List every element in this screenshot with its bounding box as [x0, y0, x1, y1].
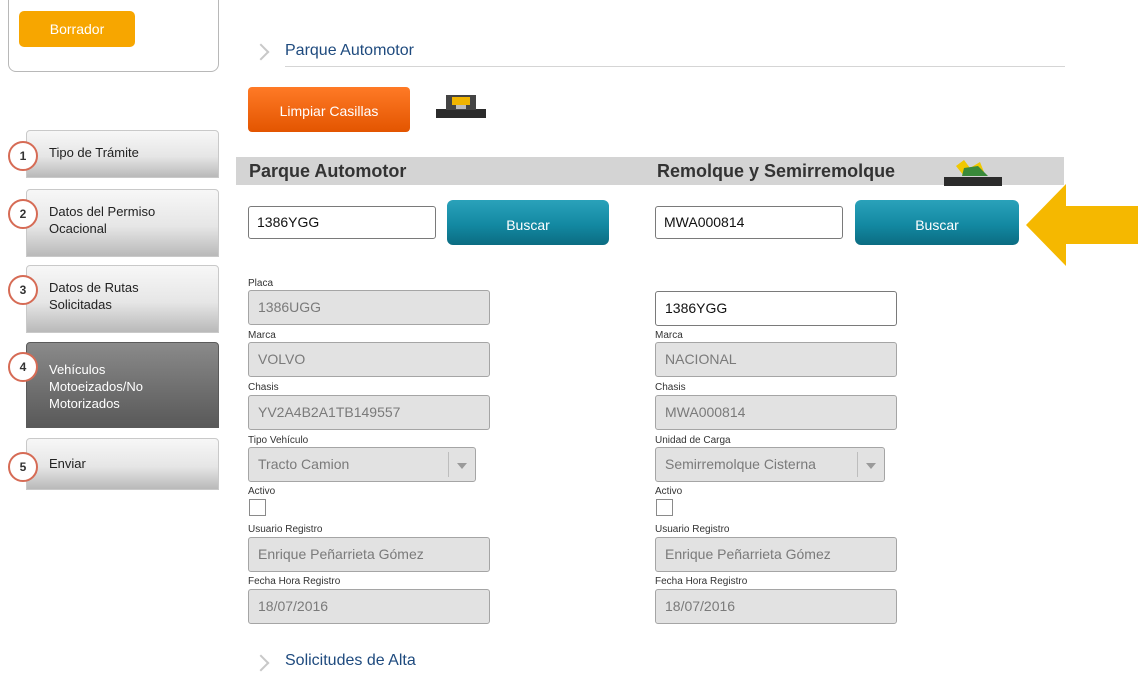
- right-placa-field[interactable]: 1386YGG: [655, 291, 897, 326]
- left-placa-field: 1386UGG: [248, 290, 490, 325]
- tipo-vehiculo-value: Tracto Camion: [258, 456, 350, 472]
- chevron-right-icon: [252, 654, 270, 672]
- right-search-button[interactable]: Buscar: [855, 200, 1019, 245]
- activo-label: Activo: [248, 486, 276, 497]
- chevron-down-icon: [857, 452, 884, 477]
- left-marca-field: VOLVO: [248, 342, 490, 377]
- chevron-down-icon: [448, 452, 475, 477]
- chasis-label: Chasis: [655, 382, 686, 393]
- step-number: 1: [8, 141, 38, 171]
- marca-label: Marca: [655, 330, 683, 341]
- fecha-label: Fecha Hora Registro: [655, 576, 748, 587]
- fecha-label: Fecha Hora Registro: [248, 576, 341, 587]
- trailer-icon: [944, 160, 1002, 186]
- step-label: Tipo de Trámite: [49, 145, 139, 160]
- left-chasis-field: YV2A4B2A1TB149557: [248, 395, 490, 430]
- step-label: Enviar: [49, 456, 86, 471]
- right-search-input[interactable]: MWA000814: [655, 206, 843, 239]
- usuario-label: Usuario Registro: [248, 524, 323, 535]
- step-label: Datos de Rutas Solicitadas: [49, 280, 139, 312]
- step-datos-permiso[interactable]: Datos del Permiso Ocacional: [26, 189, 219, 257]
- step-enviar[interactable]: Enviar: [26, 438, 219, 490]
- solicitudes-section-link[interactable]: Solicitudes de Alta: [285, 652, 416, 670]
- left-search-button[interactable]: Buscar: [447, 200, 609, 245]
- activo-label: Activo: [655, 486, 683, 497]
- chasis-label: Chasis: [248, 382, 279, 393]
- right-usuario-field: Enrique Peñarrieta Gómez: [655, 537, 897, 572]
- save-icon[interactable]: [436, 93, 486, 118]
- placa-label: Placa: [248, 278, 274, 289]
- step-label: Vehículos Motoeizados/No Motorizados: [49, 362, 143, 411]
- chevron-right-icon: [252, 43, 270, 61]
- unidad-carga-label: Unidad de Carga: [655, 435, 731, 446]
- section-title: Parque Automotor: [285, 42, 414, 59]
- left-usuario-field: Enrique Peñarrieta Gómez: [248, 537, 490, 572]
- right-activo-checkbox[interactable]: [656, 499, 673, 516]
- right-marca-field: NACIONAL: [655, 342, 897, 377]
- tipo-vehiculo-select[interactable]: Tracto Camion: [248, 447, 476, 482]
- step-number: 3: [8, 275, 38, 305]
- unidad-carga-select[interactable]: Semirremolque Cisterna: [655, 447, 885, 482]
- tipo-vehiculo-label: Tipo Vehículo: [248, 435, 309, 446]
- step-number: 4: [8, 352, 38, 382]
- right-panel-title: Remolque y Semirremolque: [657, 161, 896, 181]
- arrow-pointer-icon: [1026, 184, 1138, 266]
- unidad-carga-value: Semirremolque Cisterna: [665, 456, 816, 472]
- left-search-input[interactable]: 1386YGG: [248, 206, 436, 239]
- step-label: Datos del Permiso Ocacional: [49, 204, 156, 236]
- status-badge: Borrador: [19, 11, 135, 47]
- step-tipo-tramite[interactable]: Tipo de Trámite: [26, 130, 219, 178]
- marca-label: Marca: [248, 330, 276, 341]
- right-fecha-field: 18/07/2016: [655, 589, 897, 624]
- step-vehiculos[interactable]: Vehículos Motoeizados/No Motorizados: [26, 342, 219, 428]
- step-number: 2: [8, 199, 38, 229]
- step-datos-rutas[interactable]: Datos de Rutas Solicitadas: [26, 265, 219, 333]
- section-divider: [285, 66, 1065, 67]
- clear-button[interactable]: Limpiar Casillas: [248, 87, 410, 132]
- left-activo-checkbox[interactable]: [249, 499, 266, 516]
- usuario-label: Usuario Registro: [655, 524, 730, 535]
- right-chasis-field: MWA000814: [655, 395, 897, 430]
- left-fecha-field: 18/07/2016: [248, 589, 490, 624]
- left-panel-title: Parque Automotor: [249, 161, 407, 181]
- step-number: 5: [8, 452, 38, 482]
